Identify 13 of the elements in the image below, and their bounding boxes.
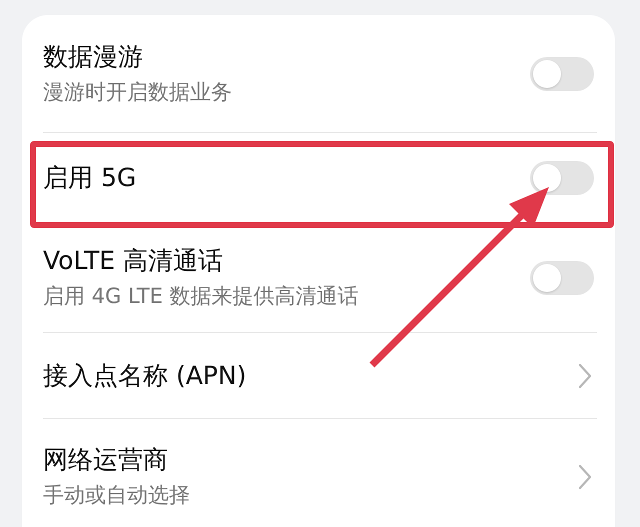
setting-description: 手动或自动选择 (43, 482, 191, 508)
setting-title: 数据漫游 (43, 42, 144, 72)
toggle-switch[interactable] (530, 161, 594, 195)
setting-title: VoLTE 高清通话 (43, 246, 224, 276)
setting-description: 漫游时开启数据业务 (43, 80, 233, 106)
setting-title: 网络运营商 (43, 444, 169, 475)
setting-title: 接入点名称 (APN) (43, 360, 248, 390)
setting-title: 启用 5G (43, 163, 138, 193)
chevron-right-icon[interactable] (578, 464, 592, 490)
toggle-switch[interactable] (530, 56, 594, 90)
chevron-right-icon[interactable] (578, 362, 592, 388)
toggle-switch[interactable] (530, 261, 594, 295)
setting-description: 启用 4G LTE 数据来提供高清通话 (43, 284, 360, 310)
